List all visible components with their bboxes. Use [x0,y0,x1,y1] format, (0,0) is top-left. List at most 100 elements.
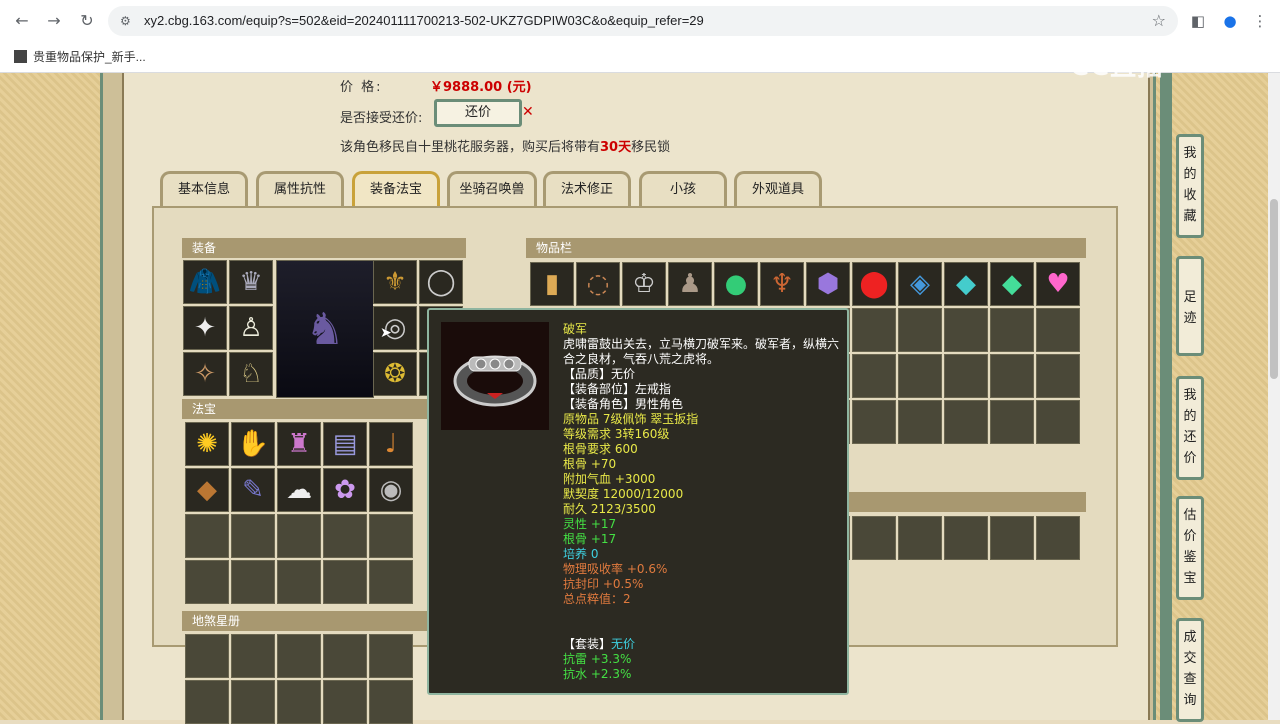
cyan-gem-icon[interactable]: ◆ [944,262,988,306]
empty-slot[interactable] [944,308,988,352]
migrate-days: 30天 [600,140,632,155]
white-robe-icon[interactable]: ♙ [229,306,273,350]
empty-slot[interactable] [323,680,367,724]
gold-necklace-icon[interactable]: ❂ [373,352,417,396]
empty-slot[interactable] [944,516,988,560]
dagger-icon[interactable]: ♆ [760,262,804,306]
empty-slot[interactable] [231,680,275,724]
back-icon[interactable]: ← [12,11,32,31]
chain-necklace-icon[interactable]: ◯ [419,260,463,304]
empty-slot[interactable] [944,354,988,398]
warrior-icon[interactable]: ♟ [668,262,712,306]
site-info-icon[interactable]: ⚙ [120,14,134,28]
sidebar-my-bargain[interactable]: 我的还价 [1176,376,1204,480]
empty-slot[interactable] [944,400,988,444]
bookmark-item[interactable]: 贵重物品保护_新手... [14,48,146,65]
empty-slot[interactable] [990,308,1034,352]
menu-icon[interactable]: ⋮ [1250,11,1270,31]
url-text[interactable]: xy2.cbg.163.com/equip?s=502&eid=20240111… [144,13,704,28]
gold-ore-icon[interactable]: ✺ [185,422,229,466]
empty-slot[interactable] [231,514,275,558]
reload-icon[interactable]: ↻ [77,11,97,31]
empty-slot[interactable] [1036,354,1080,398]
side-panel-icon[interactable]: ◧ [1188,11,1208,31]
fur-icon[interactable]: ☁ [277,468,321,512]
sidebar-transactions[interactable]: 成交查询 [1176,618,1204,722]
chest-icon[interactable]: ◆ [185,468,229,512]
empty-slot[interactable] [185,634,229,678]
page-scrollbar[interactable] [1268,73,1280,720]
ruby-icon[interactable]: ⬤ [852,262,896,306]
purple-bag-icon[interactable]: ⬢ [806,262,850,306]
empty-slot[interactable] [990,400,1034,444]
dishachece-grid [185,634,413,724]
green-gem-icon[interactable]: ◆ [990,262,1034,306]
tab-equipment[interactable]: 装备法宝 [352,171,440,207]
empty-slot[interactable] [231,560,275,604]
empty-slot[interactable] [185,560,229,604]
red-armor-icon[interactable]: 🧥 [183,260,227,304]
url-bar[interactable]: ⚙ xy2.cbg.163.com/equip?s=502&eid=202401… [108,6,1178,36]
scrollbar-thumb[interactable] [1270,199,1278,379]
empty-slot[interactable] [898,354,942,398]
empty-slot[interactable] [1036,400,1080,444]
jade-orb-icon[interactable]: ● [714,262,758,306]
profile-icon[interactable]: ● [1220,11,1240,31]
empty-slot[interactable] [852,354,896,398]
empty-slot[interactable] [323,634,367,678]
mouse-cursor-icon: ➤ [380,325,392,341]
empty-slot[interactable] [852,516,896,560]
feather-icon[interactable]: ✎ [231,468,275,512]
empty-slot[interactable] [277,560,321,604]
empty-slot[interactable] [1036,516,1080,560]
tab-child[interactable]: 小孩 [639,171,727,207]
empty-slot[interactable] [898,400,942,444]
horn-icon[interactable]: ♩ [369,422,413,466]
basket-icon[interactable]: ♜ [277,422,321,466]
boots-icon[interactable]: ♘ [229,352,273,396]
empty-slot[interactable] [231,634,275,678]
tab-mounts[interactable]: 坐骑召唤兽 [447,171,537,207]
tab-basic-info[interactable]: 基本信息 [160,171,248,207]
empty-slot[interactable] [277,514,321,558]
empty-slot[interactable] [185,514,229,558]
empty-slot[interactable] [990,516,1034,560]
sidebar-footprints[interactable]: 足迹 [1176,256,1204,356]
crown-icon[interactable]: ♔ [622,262,666,306]
white-cloth-icon[interactable]: ✦ [183,306,227,350]
tab-appearance[interactable]: 外观道具 [734,171,822,207]
silver-crown-icon[interactable]: ♛ [229,260,273,304]
empty-slot[interactable] [369,514,413,558]
flower-icon[interactable]: ✿ [323,468,367,512]
forward-icon[interactable]: → [44,11,64,31]
empty-slot[interactable] [323,514,367,558]
charm-icon[interactable]: ✧ [183,352,227,396]
empty-slot[interactable] [323,560,367,604]
fan-icon[interactable]: ✋ [231,422,275,466]
scroll-icon[interactable]: ▤ [323,422,367,466]
bronze-ring-icon[interactable]: ◌ [576,262,620,306]
gold-pillar-icon[interactable]: ▮ [530,262,574,306]
empty-slot[interactable] [898,308,942,352]
sidebar-appraise[interactable]: 估价鉴宝 [1176,496,1204,600]
empty-slot[interactable] [369,680,413,724]
empty-slot[interactable] [277,680,321,724]
empty-slot[interactable] [369,560,413,604]
bookmark-star-icon[interactable]: ☆ [1152,11,1166,30]
empty-slot[interactable] [852,400,896,444]
bargain-button[interactable]: 还价 [434,99,522,127]
empty-slot[interactable] [852,308,896,352]
empty-slot[interactable] [990,354,1034,398]
empty-slot[interactable] [369,634,413,678]
empty-slot[interactable] [898,516,942,560]
tab-spells[interactable]: 法术修正 [543,171,631,207]
empty-slot[interactable] [277,634,321,678]
empty-slot[interactable] [1036,308,1080,352]
sapphire-icon[interactable]: ◈ [898,262,942,306]
tab-attributes[interactable]: 属性抗性 [256,171,344,207]
gold-belt-icon[interactable]: ⚜ [373,260,417,304]
empty-slot[interactable] [185,680,229,724]
sidebar-favorites[interactable]: 我的收藏 [1176,134,1204,238]
pink-heart-icon[interactable]: ♥ [1036,262,1080,306]
mirror-icon[interactable]: ◉ [369,468,413,512]
